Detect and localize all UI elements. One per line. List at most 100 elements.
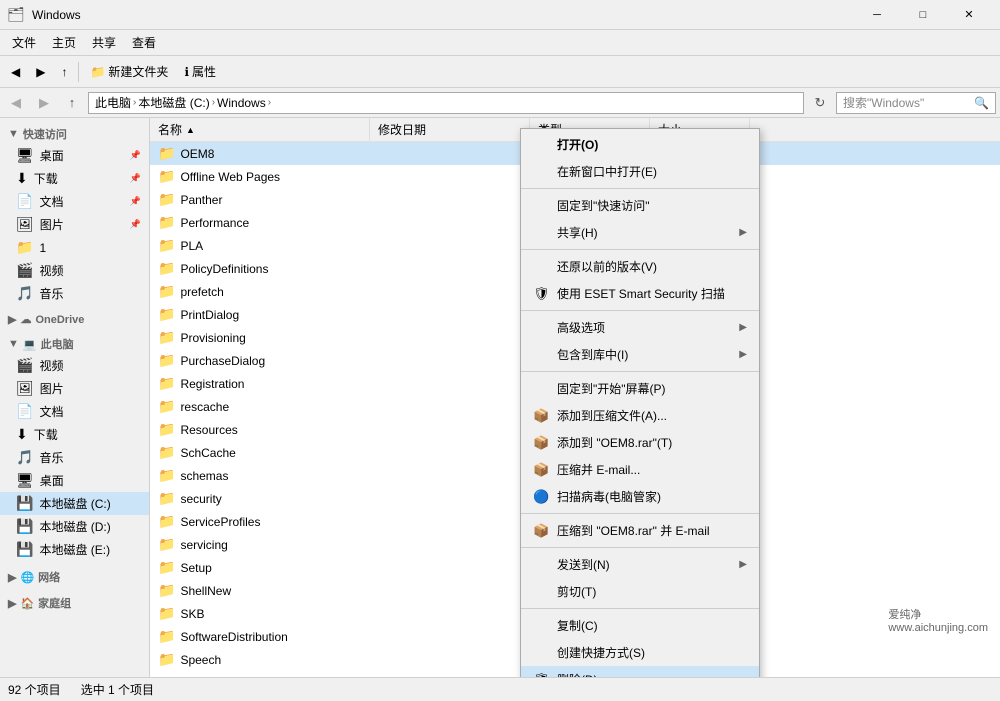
context-menu-item[interactable]: 🔵 扫描病毒(电脑管家) — [521, 483, 759, 510]
col-header-date[interactable]: 修改日期 — [370, 118, 530, 141]
context-menu-item[interactable]: 剪切(T) — [521, 578, 759, 605]
menu-view[interactable]: 查看 — [124, 31, 164, 54]
new-folder-button[interactable]: 📁 新建文件夹 — [83, 60, 175, 84]
file-name: PrintDialog — [180, 308, 239, 322]
locald-label: 本地磁盘 (D:) — [39, 518, 110, 535]
folder-icon: 📁 — [158, 168, 175, 185]
context-menu-item[interactable]: 在新窗口中打开(E) — [521, 158, 759, 185]
address-bar: ◀ ▶ ↑ 此电脑 › 本地磁盘 (C:) › Windows › ↻ 搜索"W… — [0, 88, 1000, 118]
context-menu-item[interactable]: 打开(O) — [521, 131, 759, 158]
addr-forward-button[interactable]: ▶ — [32, 91, 56, 115]
network-icon: 🌐 — [20, 571, 34, 584]
addr-back-button[interactable]: ◀ — [4, 91, 28, 115]
address-input[interactable]: 此电脑 › 本地磁盘 (C:) › Windows › — [88, 92, 804, 114]
addr-up-button[interactable]: ↑ — [60, 91, 84, 115]
thispc-header[interactable]: ▼ 💻 此电脑 — [0, 332, 149, 354]
quick-access-header[interactable]: ▼ 快速访问 — [0, 122, 149, 144]
submenu-arrow-icon: ▶ — [739, 349, 747, 360]
folder-icon: 📁 — [158, 582, 175, 599]
address-path: 此电脑 › 本地磁盘 (C:) › Windows › — [95, 94, 271, 111]
context-menu-item[interactable]: 📦 添加到压缩文件(A)... — [521, 402, 759, 429]
folder-icon: 📁 — [158, 214, 175, 231]
close-button[interactable]: ✕ — [946, 0, 992, 30]
thispc-section: ▼ 💻 此电脑 🎬 视频 🖼 图片 📄 文档 ⬇ 下载 🎵 — [0, 332, 149, 561]
menu-file[interactable]: 文件 — [4, 31, 44, 54]
context-menu-item[interactable]: 固定到"快速访问" — [521, 192, 759, 219]
context-menu-item[interactable]: 高级选项 ▶ — [521, 314, 759, 341]
context-menu-item[interactable]: 📦 添加到 "OEM8.rar"(T) — [521, 429, 759, 456]
up-button[interactable]: ↑ — [54, 60, 74, 84]
chevron-down-icon: ▼ — [8, 128, 19, 140]
sidebar-item-video[interactable]: 🎬 视频 — [0, 259, 149, 282]
file-list: 名称 ▲ 修改日期 类型 大小 📁 OEM8 📁 Offline Web Pag… — [150, 118, 1000, 677]
file-name-cell: 📁 PrintDialog — [150, 304, 370, 325]
sidebar-item-localC[interactable]: 💾 本地磁盘 (C:) — [0, 492, 149, 515]
context-menu-item[interactable]: 📦 压缩到 "OEM8.rar" 并 E-mail — [521, 517, 759, 544]
file-name: SchCache — [180, 446, 235, 460]
col-header-name[interactable]: 名称 ▲ — [150, 118, 370, 141]
sidebar-item-desktop[interactable]: 🖥 桌面 📌 — [0, 144, 149, 167]
sidebar-item-music[interactable]: 🎵 音乐 — [0, 282, 149, 305]
sidebar-item-localE[interactable]: 💾 本地磁盘 (E:) — [0, 538, 149, 561]
sidebar-item-video2[interactable]: 🎬 视频 — [0, 354, 149, 377]
file-name: Registration — [180, 377, 244, 391]
context-menu-item[interactable]: 复制(C) — [521, 612, 759, 639]
sidebar-item-localD[interactable]: 💾 本地磁盘 (D:) — [0, 515, 149, 538]
file-date-cell — [370, 428, 530, 432]
sidebar-item-pictures2[interactable]: 🖼 图片 — [0, 377, 149, 400]
folder-icon: 📁 — [158, 536, 175, 553]
maximize-button[interactable]: □ — [900, 0, 946, 30]
file-name-cell: 📁 schemas — [150, 465, 370, 486]
folder-icon: 📁 — [158, 306, 175, 323]
sidebar-item-desktop2[interactable]: 🖥 桌面 — [0, 469, 149, 492]
ctx-item-label: 发送到(N) — [557, 556, 610, 573]
file-name-cell: 📁 OEM8 — [150, 143, 370, 164]
context-menu-item[interactable]: 发送到(N) ▶ — [521, 551, 759, 578]
sidebar-item-downloads[interactable]: ⬇ 下载 📌 — [0, 167, 149, 190]
sidebar-item-pictures[interactable]: 🖼 图片 📌 — [0, 213, 149, 236]
crumb-c[interactable]: 本地磁盘 (C:) — [138, 94, 209, 111]
chevron-right-icon3: ▶ — [8, 597, 16, 610]
onedrive-header[interactable]: ▶ ☁ OneDrive — [0, 309, 149, 328]
sidebar-item-docs[interactable]: 📄 文档 📌 — [0, 190, 149, 213]
properties-button[interactable]: ℹ 属性 — [177, 60, 223, 84]
crumb-windows[interactable]: Windows — [217, 96, 266, 110]
file-name: PurchaseDialog — [180, 354, 265, 368]
homegroup-header[interactable]: ▶ 🏠 家庭组 — [0, 591, 149, 613]
folder-icon: 📁 — [158, 444, 175, 461]
refresh-button[interactable]: ↻ — [808, 91, 832, 115]
file-name: schemas — [180, 469, 228, 483]
context-menu-item[interactable]: 📦 压缩并 E-mail... — [521, 456, 759, 483]
pc-desktop-label: 桌面 — [40, 472, 64, 489]
crumb-computer[interactable]: 此电脑 — [95, 94, 131, 111]
sidebar-item-music2[interactable]: 🎵 音乐 — [0, 446, 149, 469]
ctx-item-icon: 📦 — [533, 408, 551, 424]
sidebar-video-label: 视频 — [39, 262, 63, 279]
context-menu-item[interactable]: 包含到库中(I) ▶ — [521, 341, 759, 368]
back-button[interactable]: ◀ — [4, 60, 27, 84]
context-menu-item[interactable]: 🛡 删除(D) — [521, 666, 759, 677]
menu-home[interactable]: 主页 — [44, 31, 84, 54]
context-menu-item[interactable]: 还原以前的版本(V) — [521, 253, 759, 280]
context-menu-item[interactable]: 固定到"开始"屏幕(P) — [521, 375, 759, 402]
menu-share[interactable]: 共享 — [84, 31, 124, 54]
search-box[interactable]: 搜索"Windows" 🔍 — [836, 92, 996, 114]
docs-icon: 📄 — [16, 193, 33, 210]
file-date-cell — [370, 198, 530, 202]
network-header[interactable]: ▶ 🌐 网络 — [0, 565, 149, 587]
sidebar-item-1[interactable]: 📁 1 — [0, 236, 149, 259]
context-menu-item[interactable]: 创建快捷方式(S) — [521, 639, 759, 666]
minimize-button[interactable]: ─ — [854, 0, 900, 30]
file-name-cell: 📁 ShellNew — [150, 580, 370, 601]
ctx-item-label: 创建快捷方式(S) — [557, 644, 645, 661]
folder-icon: 📁 — [158, 329, 175, 346]
music-icon: 🎵 — [16, 285, 33, 302]
sidebar-item-downloads2[interactable]: ⬇ 下载 — [0, 423, 149, 446]
context-menu-item[interactable]: 共享(H) ▶ — [521, 219, 759, 246]
sidebar-item-docs2[interactable]: 📄 文档 — [0, 400, 149, 423]
file-name-cell: 📁 Panther — [150, 189, 370, 210]
desktop-icon: 🖥 — [16, 147, 34, 164]
context-menu-item[interactable]: 🛡 使用 ESET Smart Security 扫描 — [521, 280, 759, 307]
pc-pictures-label: 图片 — [40, 380, 64, 397]
forward-button[interactable]: ▶ — [29, 60, 52, 84]
